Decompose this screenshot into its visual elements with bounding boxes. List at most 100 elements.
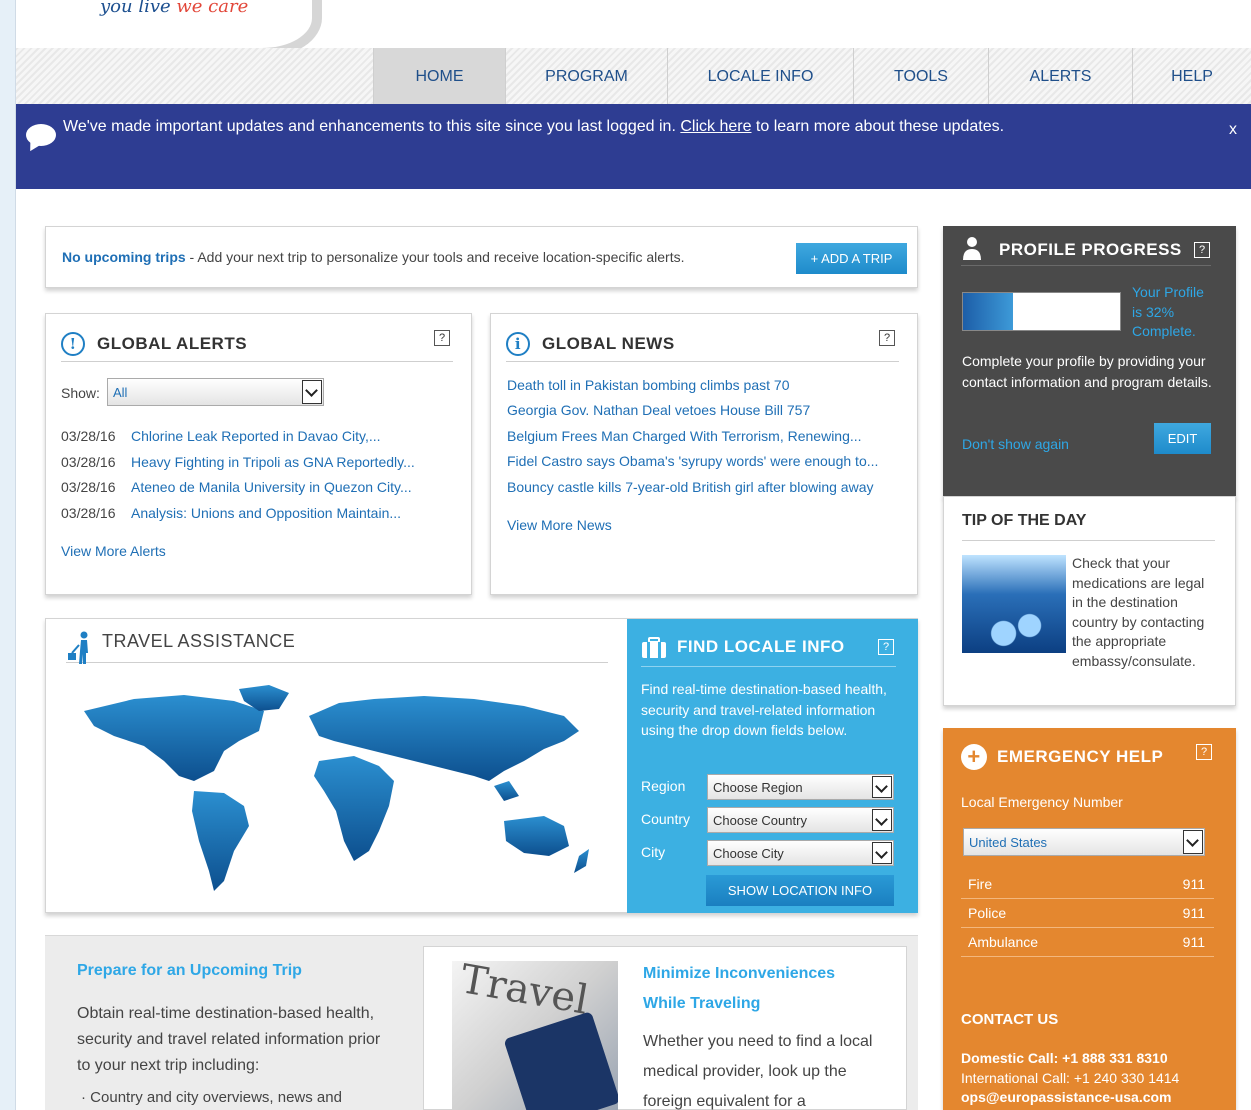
alerts-help-icon[interactable]: ? [434, 330, 450, 346]
travel-assistance-panel: TRAVEL ASSISTANCE FIND LOCALE INFO ? Fin… [45, 618, 918, 913]
add-trip-button[interactable]: + ADD A TRIP [796, 243, 907, 274]
travel-assistance-title: TRAVEL ASSISTANCE [66, 631, 608, 664]
passport-icon [503, 1011, 618, 1110]
profile-progress-panel: PROFILE PROGRESS ? Your Profile is 32% C… [943, 226, 1236, 498]
suitcase-icon [642, 637, 666, 658]
news-link[interactable]: Bouncy castle kills 7-year-old British g… [507, 479, 873, 495]
domestic-call: Domestic Call: +1 888 331 8310 [961, 1050, 1168, 1066]
news-link[interactable]: Fidel Castro says Obama's 'syrupy words'… [507, 453, 878, 469]
news-link[interactable]: Georgia Gov. Nathan Deal vetoes House Bi… [507, 402, 810, 418]
international-call: International Call: +1 240 330 1414 [961, 1070, 1180, 1086]
emergency-number-row: Police 911 [961, 899, 1214, 928]
user-icon [963, 237, 981, 260]
nav-help[interactable]: HELP [1132, 48, 1251, 104]
edit-profile-button[interactable]: EDIT [1154, 423, 1211, 454]
emergency-number-row: Fire 911 [961, 870, 1214, 899]
chevron-down-icon [302, 380, 322, 404]
header-logo-area: you live we care [16, 0, 1251, 58]
contact-us-title: CONTACT US [961, 1011, 1059, 1028]
profile-description: Complete your profile by providing your … [962, 353, 1212, 390]
banner-click-here-link[interactable]: Click here [680, 118, 751, 135]
world-map [84, 685, 589, 891]
profile-progress-fill [963, 293, 1014, 330]
show-location-info-button[interactable]: SHOW LOCATION INFO [706, 875, 894, 906]
nav-program[interactable]: PROGRAM [505, 48, 667, 104]
alert-link[interactable]: Analysis: Unions and Opposition Maintain… [131, 505, 401, 521]
region-select[interactable]: Choose Region [707, 774, 894, 800]
alert-item: 03/28/16 Analysis: Unions and Opposition … [61, 505, 402, 521]
local-emergency-label: Local Emergency Number [961, 794, 1123, 810]
nav-home[interactable]: HOME [373, 48, 505, 104]
nav-locale-info[interactable]: LOCALE INFO [667, 48, 853, 104]
plus-icon: + [961, 744, 987, 770]
left-edge-bar [0, 0, 16, 1110]
news-help-icon[interactable]: ? [879, 330, 895, 346]
global-news-title: i GLOBAL NEWS [506, 332, 899, 362]
alerts-filter-select[interactable]: All [107, 378, 324, 406]
global-news-panel: i GLOBAL NEWS ? Death toll in Pakistan b… [490, 313, 918, 595]
global-alerts-title: ! GLOBAL ALERTS [61, 332, 453, 362]
minimize-inconveniences-card: Travel Minimize Inconveniences While Tra… [423, 946, 907, 1110]
dont-show-again-link[interactable]: Don't show again [962, 436, 1069, 452]
chevron-down-icon [872, 842, 892, 864]
tip-title: TIP OF THE DAY [962, 509, 1215, 541]
alert-link[interactable]: Ateneo de Manila University in Quezon Ci… [131, 479, 412, 495]
alert-link[interactable]: Chlorine Leak Reported in Davao City,... [131, 428, 381, 444]
no-upcoming-trips-label: No upcoming trips [62, 249, 186, 265]
contact-email-link[interactable]: ops@europassistance-usa.com [961, 1089, 1172, 1105]
emergency-help-title: + EMERGENCY HELP [961, 744, 1214, 776]
emergency-help-icon[interactable]: ? [1196, 744, 1212, 760]
global-alerts-panel: ! GLOBAL ALERTS ? Show: All 03/28/16 Chlo… [45, 313, 472, 595]
exclamation-icon: ! [61, 332, 85, 356]
chevron-down-icon [872, 809, 892, 831]
chevron-down-icon [872, 776, 892, 798]
city-label: City [641, 844, 666, 860]
banner-close-button[interactable]: x [1229, 121, 1237, 139]
main-nav: HOME PROGRAM LOCALE INFO TOOLS ALERTS HE… [16, 48, 1251, 104]
city-select[interactable]: Choose City [707, 840, 894, 866]
emergency-country-select[interactable]: United States [963, 828, 1205, 856]
prepare-trip-title[interactable]: Prepare for an Upcoming Trip [77, 962, 302, 980]
emergency-help-panel: + EMERGENCY HELP ? Local Emergency Numbe… [943, 728, 1236, 1110]
region-label: Region [641, 778, 686, 794]
prepare-trip-text: Obtain real-time destination-based healt… [77, 1005, 381, 1074]
minimize-text: Whether you need to find a local medical… [643, 1033, 873, 1110]
banner-message: We've made important updates and enhance… [63, 118, 1005, 135]
tip-text: Check that your medications are legal in… [1072, 555, 1205, 669]
show-filter-label: Show: [61, 385, 100, 401]
alert-item: 03/28/16 Ateneo de Manila University in Q… [61, 479, 412, 495]
update-banner: We've made important updates and enhance… [16, 104, 1251, 189]
view-more-news-link[interactable]: View More News [507, 517, 612, 533]
profile-percent-status: Your Profile is 32% Complete. [1132, 284, 1204, 339]
emergency-number-row: Ambulance 911 [961, 928, 1214, 957]
prepare-bullet: · Country and city overviews, news and [81, 1089, 342, 1106]
locale-description: Find real-time destination-based health,… [641, 681, 887, 738]
speech-bubble-icon [26, 124, 56, 146]
minimize-title[interactable]: Minimize Inconveniences While Traveling [643, 959, 873, 1019]
nav-alerts[interactable]: ALERTS [988, 48, 1132, 104]
profile-help-icon[interactable]: ? [1194, 242, 1210, 258]
medication-photo [962, 555, 1066, 653]
locale-help-icon[interactable]: ? [878, 639, 894, 655]
travel-passport-photo: Travel [452, 961, 618, 1110]
find-locale-info-panel: FIND LOCALE INFO ? Find real-time destin… [627, 619, 918, 913]
profile-progress-bar [962, 292, 1121, 331]
alert-item: 03/28/16 Heavy Fighting in Tripoli as GNA… [61, 454, 415, 470]
brand-tagline: you live we care [100, 0, 249, 17]
news-link[interactable]: Death toll in Pakistan bombing climbs pa… [507, 377, 789, 393]
trips-message: No upcoming trips - Add your next trip t… [62, 249, 685, 265]
profile-progress-title: PROFILE PROGRESS [961, 236, 1211, 266]
tip-of-the-day-panel: TIP OF THE DAY Check that your medicatio… [943, 496, 1236, 706]
nav-tools[interactable]: TOOLS [853, 48, 988, 104]
upcoming-trips-card: No upcoming trips - Add your next trip t… [45, 226, 918, 288]
view-more-alerts-link[interactable]: View More Alerts [61, 543, 166, 559]
news-link[interactable]: Belgium Frees Man Charged With Terrorism… [507, 428, 862, 444]
alert-link[interactable]: Heavy Fighting in Tripoli as GNA Reporte… [131, 454, 415, 470]
find-locale-title: FIND LOCALE INFO [641, 635, 896, 667]
traveler-icon [68, 631, 88, 664]
country-label: Country [641, 811, 691, 827]
info-icon: i [506, 332, 530, 356]
country-select[interactable]: Choose Country [707, 807, 894, 833]
chevron-down-icon [1183, 830, 1203, 854]
alert-item: 03/28/16 Chlorine Leak Reported in Davao … [61, 428, 381, 444]
